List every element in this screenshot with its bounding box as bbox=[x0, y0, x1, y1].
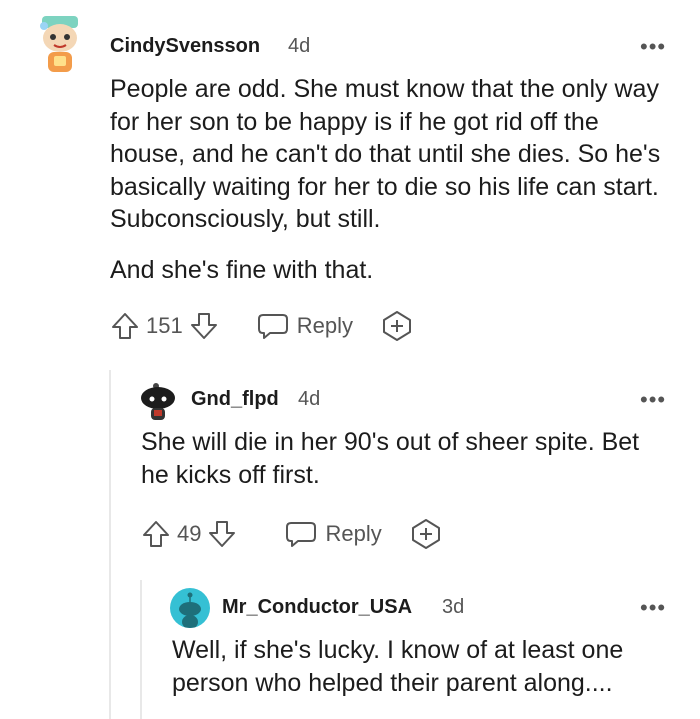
comment-body: She will die in her 90's out of sheer sp… bbox=[141, 426, 651, 491]
comment-mr-conductor-usa: Mr_Conductor_USA 3d ••• Well, if she's l… bbox=[0, 570, 700, 719]
snoo-avatar-icon bbox=[179, 592, 201, 628]
comment-actions: 151 Reply bbox=[110, 309, 413, 343]
snoo-avatar-icon bbox=[141, 383, 175, 420]
comment-age: 3d bbox=[442, 596, 465, 618]
user-avatar[interactable] bbox=[34, 12, 86, 78]
vote-score: 151 bbox=[146, 313, 183, 338]
comment-body: People are odd. She must know that the o… bbox=[110, 73, 670, 286]
vote-score: 49 bbox=[177, 521, 202, 546]
reply-button[interactable]: Reply bbox=[257, 312, 353, 340]
comment-gnd-flpd: Gnd_flpd 4d ••• She will die in her 90's… bbox=[0, 360, 700, 560]
comment-paragraph: She will die in her 90's out of sheer sp… bbox=[141, 428, 640, 489]
speech-bubble-icon bbox=[257, 312, 289, 340]
more-options-icon[interactable]: ••• bbox=[640, 389, 666, 411]
downvote-icon[interactable] bbox=[189, 311, 219, 341]
username[interactable]: CindySvensson bbox=[110, 35, 260, 58]
upvote-icon[interactable] bbox=[110, 311, 140, 341]
reply-label: Reply bbox=[296, 313, 353, 338]
speech-bubble-icon bbox=[285, 520, 317, 548]
comment-age: 4d bbox=[288, 35, 311, 57]
comment-paragraph: And she's fine with that. bbox=[110, 255, 374, 284]
comment-cindysvensson: CindySvensson 4d ••• People are odd. She… bbox=[0, 0, 700, 360]
comment-body: Well, if she's lucky. I know of at least… bbox=[172, 634, 682, 699]
comment-actions: 49 Reply bbox=[141, 517, 442, 551]
comment-paragraph: People are odd. She must know that the o… bbox=[110, 75, 661, 233]
reply-label: Reply bbox=[325, 521, 382, 546]
user-avatar[interactable] bbox=[170, 588, 210, 628]
award-icon[interactable] bbox=[381, 310, 413, 342]
upvote-icon[interactable] bbox=[141, 519, 171, 549]
comment-paragraph: Well, if she's lucky. I know of at least… bbox=[172, 636, 624, 697]
user-avatar[interactable] bbox=[138, 378, 178, 422]
username[interactable]: Gnd_flpd bbox=[191, 388, 279, 411]
more-options-icon[interactable]: ••• bbox=[640, 597, 666, 619]
username[interactable]: Mr_Conductor_USA bbox=[222, 596, 412, 619]
downvote-icon[interactable] bbox=[207, 519, 237, 549]
reply-button[interactable]: Reply bbox=[285, 520, 382, 548]
comment-age: 4d bbox=[298, 388, 321, 410]
award-icon[interactable] bbox=[410, 518, 442, 550]
more-options-icon[interactable]: ••• bbox=[640, 36, 666, 58]
snoo-avatar-icon bbox=[40, 16, 78, 72]
